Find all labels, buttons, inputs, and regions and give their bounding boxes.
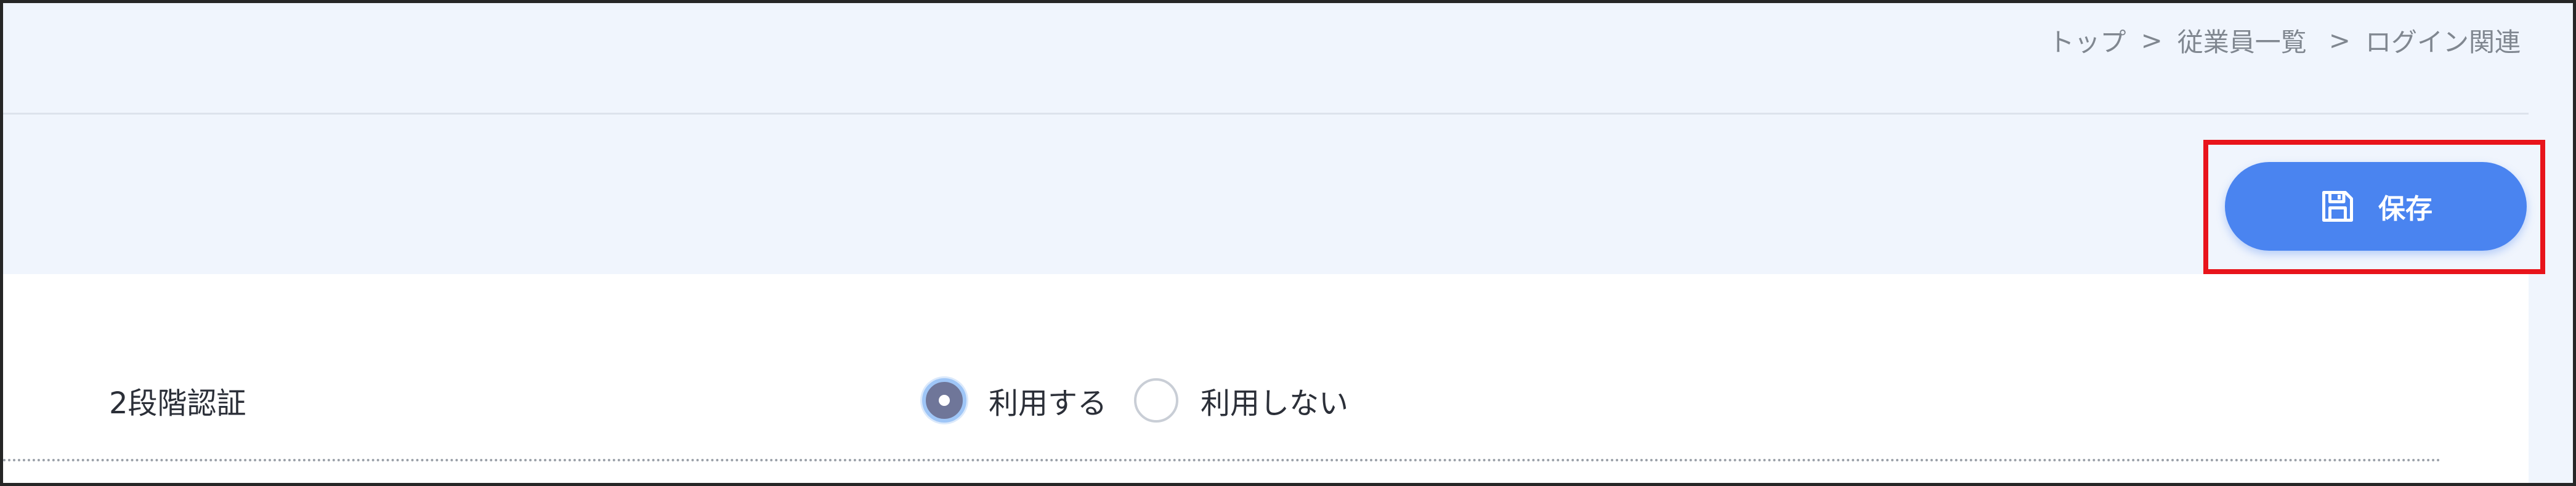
- radio-option-disable[interactable]: 利用しない: [1134, 378, 1348, 423]
- breadcrumb-item-top[interactable]: トップ: [2049, 22, 2126, 59]
- highlight-annotation-box: [2203, 140, 2545, 274]
- header-divider: [3, 113, 2529, 115]
- radio-dot: [939, 395, 950, 406]
- breadcrumb: トップ > 従業員一覧 > ログイン関連: [2049, 22, 2521, 59]
- two-factor-auth-label: 2段階認証: [109, 386, 246, 421]
- two-factor-auth-radio-group: 利用する 利用しない: [922, 376, 1375, 425]
- app-window: トップ > 従業員一覧 > ログイン関連 保存 2段階認証 利用する 利用しない: [0, 0, 2576, 486]
- radio-button-unchecked[interactable]: [1134, 378, 1179, 423]
- radio-button-checked[interactable]: [922, 378, 966, 423]
- radio-option-enable[interactable]: 利用する: [922, 378, 1107, 423]
- breadcrumb-item-employee-list[interactable]: 従業員一覧: [2177, 22, 2307, 59]
- breadcrumb-separator: >: [2328, 25, 2351, 55]
- breadcrumb-item-login-settings: ログイン関連: [2365, 26, 2521, 57]
- radio-label-disable[interactable]: 利用しない: [1201, 379, 1348, 422]
- row-divider: [3, 459, 2442, 461]
- breadcrumb-separator: >: [2141, 25, 2163, 55]
- radio-label-enable[interactable]: 利用する: [989, 379, 1107, 422]
